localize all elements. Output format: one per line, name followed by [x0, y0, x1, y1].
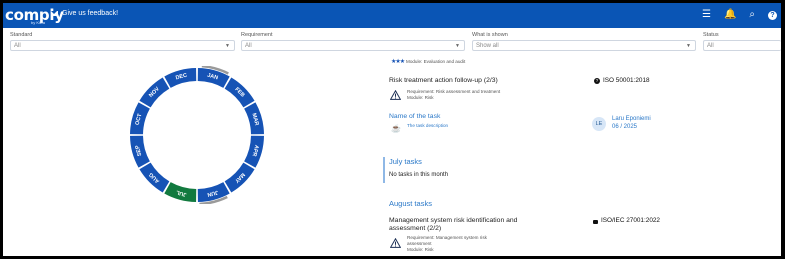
- shown-select[interactable]: Show all ▼: [472, 40, 696, 51]
- avatar: LE: [592, 117, 606, 131]
- assignee-name: Laru Eponiemi: [612, 116, 651, 122]
- app-window: comply by Kiwa Give us feedback! ☰ 🔔 ⌕ ?…: [3, 3, 781, 256]
- bell-icon[interactable]: 🔔: [724, 9, 736, 21]
- stars-icon: ★★★: [391, 59, 405, 65]
- feedback-link[interactable]: Give us feedback!: [51, 10, 118, 17]
- top-bar: comply by Kiwa Give us feedback! ☰ 🔔 ⌕ ?: [3, 3, 781, 28]
- status-filter[interactable]: Status All: [703, 32, 781, 51]
- status-select[interactable]: All: [703, 40, 781, 51]
- iso-badge: ISO/IEC 27001:2022: [593, 217, 660, 224]
- requirement-filter-label: Requirement: [241, 32, 273, 38]
- chevron-down-icon: ▼: [686, 43, 691, 49]
- task-title[interactable]: Risk treatment action follow-up (2/3): [389, 77, 498, 84]
- wheel-labels: JANFEBMARAPRMAYJUNJULAUGSEPOCTNOVDEC: [135, 73, 260, 198]
- coffee-icon: ☕: [391, 124, 401, 133]
- task-title[interactable]: Management system risk identification an…: [389, 217, 517, 224]
- shown-filter[interactable]: What is shown Show all ▼: [472, 32, 696, 51]
- app-logo-sub: by Kiwa: [31, 20, 46, 25]
- warning-icon: [390, 90, 401, 100]
- standard-select[interactable]: All ▼: [10, 40, 235, 51]
- standard-select-value: All: [14, 43, 21, 49]
- chevron-down-icon: ▼: [455, 43, 460, 49]
- standard-filter[interactable]: Standard All ▼: [10, 32, 235, 51]
- status-filter-label: Status: [703, 32, 719, 38]
- feedback-label: Give us feedback!: [62, 10, 119, 17]
- iso-badge: ? ISO 50001:2018: [594, 77, 650, 84]
- requirement-select-value: All: [245, 43, 252, 49]
- july-tasks-header: July tasks: [389, 157, 422, 166]
- task-requirement: Requirement: Management system risk: [407, 235, 487, 240]
- status-select-value: All: [707, 43, 714, 49]
- requirement-select[interactable]: All ▼: [241, 40, 465, 51]
- help-circle-icon: ?: [594, 77, 600, 84]
- iso-label: ISO/IEC 27001:2022: [601, 217, 660, 224]
- iso-label: ISO 50001:2018: [603, 77, 650, 84]
- lock-icon: [593, 219, 598, 224]
- top-item-module: Module: Evaluation and audit: [406, 59, 466, 64]
- task-module: Module: Risk: [407, 95, 434, 100]
- requirement-filter[interactable]: Requirement All ▼: [241, 32, 465, 51]
- task-title-cont[interactable]: assessment (2/2): [389, 225, 441, 232]
- search-icon[interactable]: ⌕: [749, 9, 755, 21]
- shown-select-value: Show all: [476, 43, 499, 49]
- chevron-down-icon: ▼: [225, 43, 230, 49]
- task-module: Module: Risk: [407, 247, 434, 252]
- warning-icon: [390, 238, 401, 248]
- august-tasks-header: August tasks: [389, 199, 432, 208]
- month-wheel: JANFEBMARAPRMAYJUNJULAUGSEPOCTNOVDEC: [130, 66, 264, 204]
- wheel-segments: [130, 68, 264, 202]
- task-requirement: Requirement: Risk assessment and treatme…: [407, 89, 501, 94]
- shown-filter-label: What is shown: [472, 32, 508, 38]
- assignee-date: 06 / 2025: [612, 124, 638, 130]
- standard-filter-label: Standard: [10, 32, 33, 38]
- list-icon[interactable]: ☰: [702, 9, 711, 21]
- help-icon[interactable]: ?: [768, 10, 777, 20]
- task-description[interactable]: The task description: [407, 123, 448, 129]
- task-requirement-cont: assessment: [407, 241, 432, 246]
- july-empty-message: No tasks in this month: [389, 172, 449, 178]
- month-divider: [383, 157, 385, 183]
- task-list: ★★★ Module: Evaluation and audit Risk tr…: [383, 52, 781, 256]
- task-name-link[interactable]: Name of the task: [389, 113, 440, 120]
- mail-icon: [51, 11, 58, 16]
